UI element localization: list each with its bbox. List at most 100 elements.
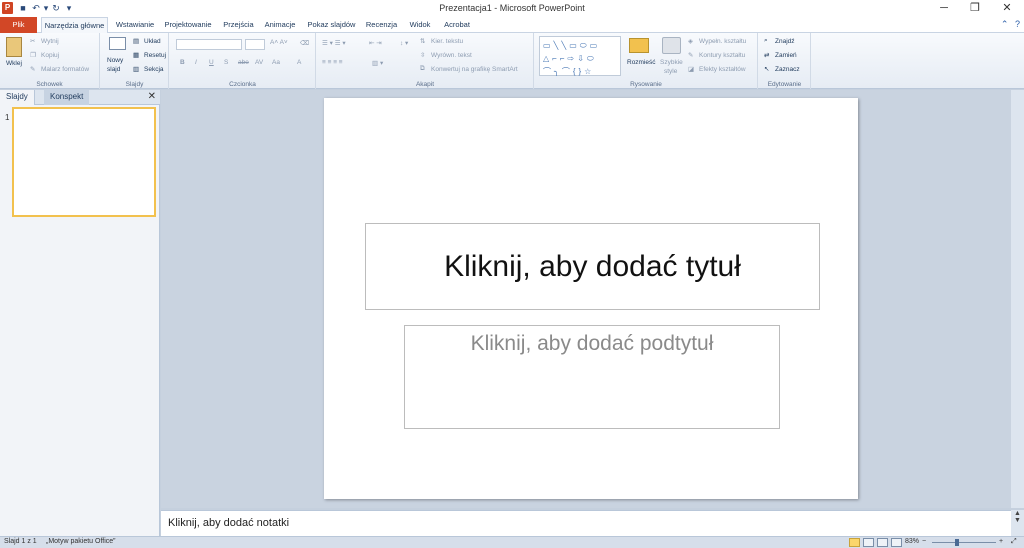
tab-insert[interactable]: Wstawianie <box>113 17 157 33</box>
notes-placeholder[interactable]: Kliknij, aby dodać notatki <box>168 517 289 529</box>
subtitle-placeholder[interactable]: Kliknij, aby dodać podtytuł <box>404 325 780 429</box>
shapes-icon[interactable]: ▭╲╲▭⬭▭ △⌐⌐⇨⇩⬭ ⌒╮⌒{}☆ <box>543 39 600 78</box>
quick-styles-button-line2[interactable]: style <box>664 68 677 75</box>
normal-view-button[interactable] <box>849 538 860 547</box>
tab-slide-show[interactable]: Pokaz slajdów <box>304 17 359 33</box>
copy-icon: ❐ <box>30 52 36 59</box>
layout-button[interactable]: ▤ Układ <box>133 37 161 46</box>
group-label-clipboard: Schowek <box>36 81 63 88</box>
tab-view[interactable]: Widok <box>405 17 435 33</box>
select-button[interactable]: ↖ Zaznacz <box>764 65 800 74</box>
paste-icon[interactable] <box>6 37 22 57</box>
outline-icon: ✎ <box>688 52 694 59</box>
customize-qat-icon[interactable]: ▾ <box>63 2 75 14</box>
quick-styles-icon[interactable] <box>662 37 681 54</box>
shadow-button[interactable]: abe <box>238 59 249 66</box>
tab-design[interactable]: Projektowanie <box>162 17 214 33</box>
shape-effects-button[interactable]: ◪ Efekty kształtów <box>688 65 746 74</box>
bold-button[interactable]: B <box>180 59 185 66</box>
new-slide-button-line1[interactable]: Nowy <box>107 57 123 64</box>
tab-home[interactable]: Narzędzia główne <box>41 17 108 34</box>
help-icon[interactable]: ? <box>1015 19 1020 29</box>
copy-button[interactable]: ❐ Kopiuj <box>30 51 59 60</box>
text-direction-button[interactable]: ⇅ Kier. tekstu <box>420 37 463 46</box>
font-name-select[interactable] <box>176 39 242 50</box>
find-button[interactable]: ⌕ Znajdź <box>764 37 795 46</box>
bullets-icon[interactable]: ☰ ▾ ☰ ▾ <box>322 39 346 47</box>
slide-thumbnail[interactable] <box>12 107 156 217</box>
reset-button[interactable]: ▦ Resetuj <box>133 51 166 60</box>
format-painter-button[interactable]: ✎ Malarz formatów <box>30 65 89 74</box>
notes-scrollbar[interactable]: ▲ ▼ <box>1011 510 1024 536</box>
section-button[interactable]: ▥ Sekcja <box>133 65 164 74</box>
tab-review[interactable]: Recenzja <box>364 17 399 33</box>
vertical-scrollbar[interactable] <box>1011 90 1024 508</box>
align-text-button[interactable]: ⇳ Wyrówn. tekst <box>420 51 472 60</box>
layout-icon: ▤ <box>133 38 140 45</box>
tab-outline[interactable]: Konspekt <box>44 90 90 105</box>
paste-button[interactable]: Wklej <box>6 60 22 67</box>
tab-file[interactable]: Plik <box>0 17 37 33</box>
brush-icon: ✎ <box>30 66 36 73</box>
ribbon-tabs: Plik Narzędzia główne Wstawianie Projekt… <box>0 17 1024 34</box>
columns-icon[interactable]: ▥ ▾ <box>372 59 383 67</box>
zoom-level[interactable]: 83% <box>905 538 919 545</box>
group-label-drawing: Rysowanie <box>630 81 662 88</box>
arrange-button[interactable]: Rozmieść <box>627 59 656 66</box>
close-button[interactable]: ✕ <box>992 0 1022 17</box>
redo-icon[interactable]: ↻ <box>50 2 62 14</box>
shapes-gallery[interactable]: ▭╲╲▭⬭▭ △⌐⌐⇨⇩⬭ ⌒╮⌒{}☆ <box>539 36 621 76</box>
group-label-editing: Edytowanie <box>767 81 802 88</box>
minimize-ribbon-icon[interactable]: ⌃ <box>1001 19 1009 29</box>
group-label-paragraph: Akapit <box>415 81 435 88</box>
save-icon[interactable]: ■ <box>17 2 29 14</box>
quick-styles-button-line1[interactable]: Szybkie <box>660 59 683 66</box>
align-icons[interactable]: ≡ ≡ ≡ ≡ <box>322 59 343 66</box>
underline-button[interactable]: U <box>209 59 214 66</box>
smartart-button[interactable]: ⧉ Konwertuj na grafikę SmartArt <box>420 65 518 74</box>
window-title: Prezentacja1 - Microsoft PowerPoint <box>439 3 585 13</box>
slide-show-view-button[interactable] <box>891 538 902 547</box>
effects-icon: ◪ <box>688 66 695 73</box>
group-editing: ⌕ Znajdź ⇄ Zamień ↖ Zaznacz Edytowanie <box>759 33 811 89</box>
binoculars-icon: ⌕ <box>764 37 768 44</box>
tab-transitions[interactable]: Przejścia <box>220 17 257 33</box>
tab-slides[interactable]: Slajdy <box>0 90 35 105</box>
italic-button[interactable]: I <box>195 59 197 66</box>
title-placeholder[interactable]: Kliknij, aby dodać tytuł <box>365 223 820 310</box>
fit-to-window-icon[interactable]: ⤢ <box>1011 538 1017 546</box>
zoom-slider-thumb[interactable] <box>955 539 959 546</box>
group-clipboard: Wklej ✂ Wytnij ❐ Kopiuj ✎ Malarz formatów S… <box>0 33 100 89</box>
zoom-out-button[interactable]: − <box>922 538 926 545</box>
new-slide-icon[interactable] <box>109 37 126 50</box>
zoom-slider[interactable] <box>932 542 996 543</box>
tab-animations[interactable]: Animacje <box>261 17 299 33</box>
strikethrough-button[interactable]: S <box>224 59 228 66</box>
close-pane-icon[interactable]: ✕ <box>148 91 156 102</box>
shape-fill-button[interactable]: ◈ Wypełn. kształtu <box>688 37 746 46</box>
grow-font-icon[interactable]: A˄ A˅ <box>270 39 288 46</box>
group-slides: Nowy slajd ▤ Układ ▦ Resetuj ▥ Sekcja Slajd… <box>101 33 169 89</box>
shape-outline-button[interactable]: ✎ Kontury kształtu <box>688 51 745 60</box>
restore-button[interactable]: ❐ <box>960 0 990 17</box>
minimize-button[interactable]: ─ <box>929 0 959 17</box>
replace-button[interactable]: ⇄ Zamień <box>764 51 797 60</box>
line-spacing-icon[interactable]: ↕ ▾ <box>400 39 408 47</box>
zoom-in-button[interactable]: + <box>999 538 1003 545</box>
reading-view-button[interactable] <box>877 538 888 547</box>
powerpoint-app-icon[interactable]: P <box>2 2 13 14</box>
arrange-icon[interactable] <box>629 38 649 53</box>
font-size-select[interactable] <box>245 39 265 50</box>
indent-icon[interactable]: ⇤ ⇥ <box>369 39 382 47</box>
group-label-slides: Slajdy <box>125 81 144 88</box>
notes-pane[interactable]: Kliknij, aby dodać notatki <box>161 510 1011 536</box>
clear-format-icon[interactable]: ⌫ <box>300 39 309 47</box>
change-case-button[interactable]: Aa <box>272 59 280 66</box>
slide-number: 1 <box>5 113 10 122</box>
slide-sorter-view-button[interactable] <box>863 538 874 547</box>
char-spacing-button[interactable]: AV <box>255 59 263 66</box>
tab-acrobat[interactable]: Acrobat <box>440 17 474 33</box>
new-slide-button-line2[interactable]: slajd <box>107 66 120 73</box>
cut-button[interactable]: ✂ Wytnij <box>30 37 59 46</box>
font-color-button[interactable]: A <box>297 59 301 66</box>
